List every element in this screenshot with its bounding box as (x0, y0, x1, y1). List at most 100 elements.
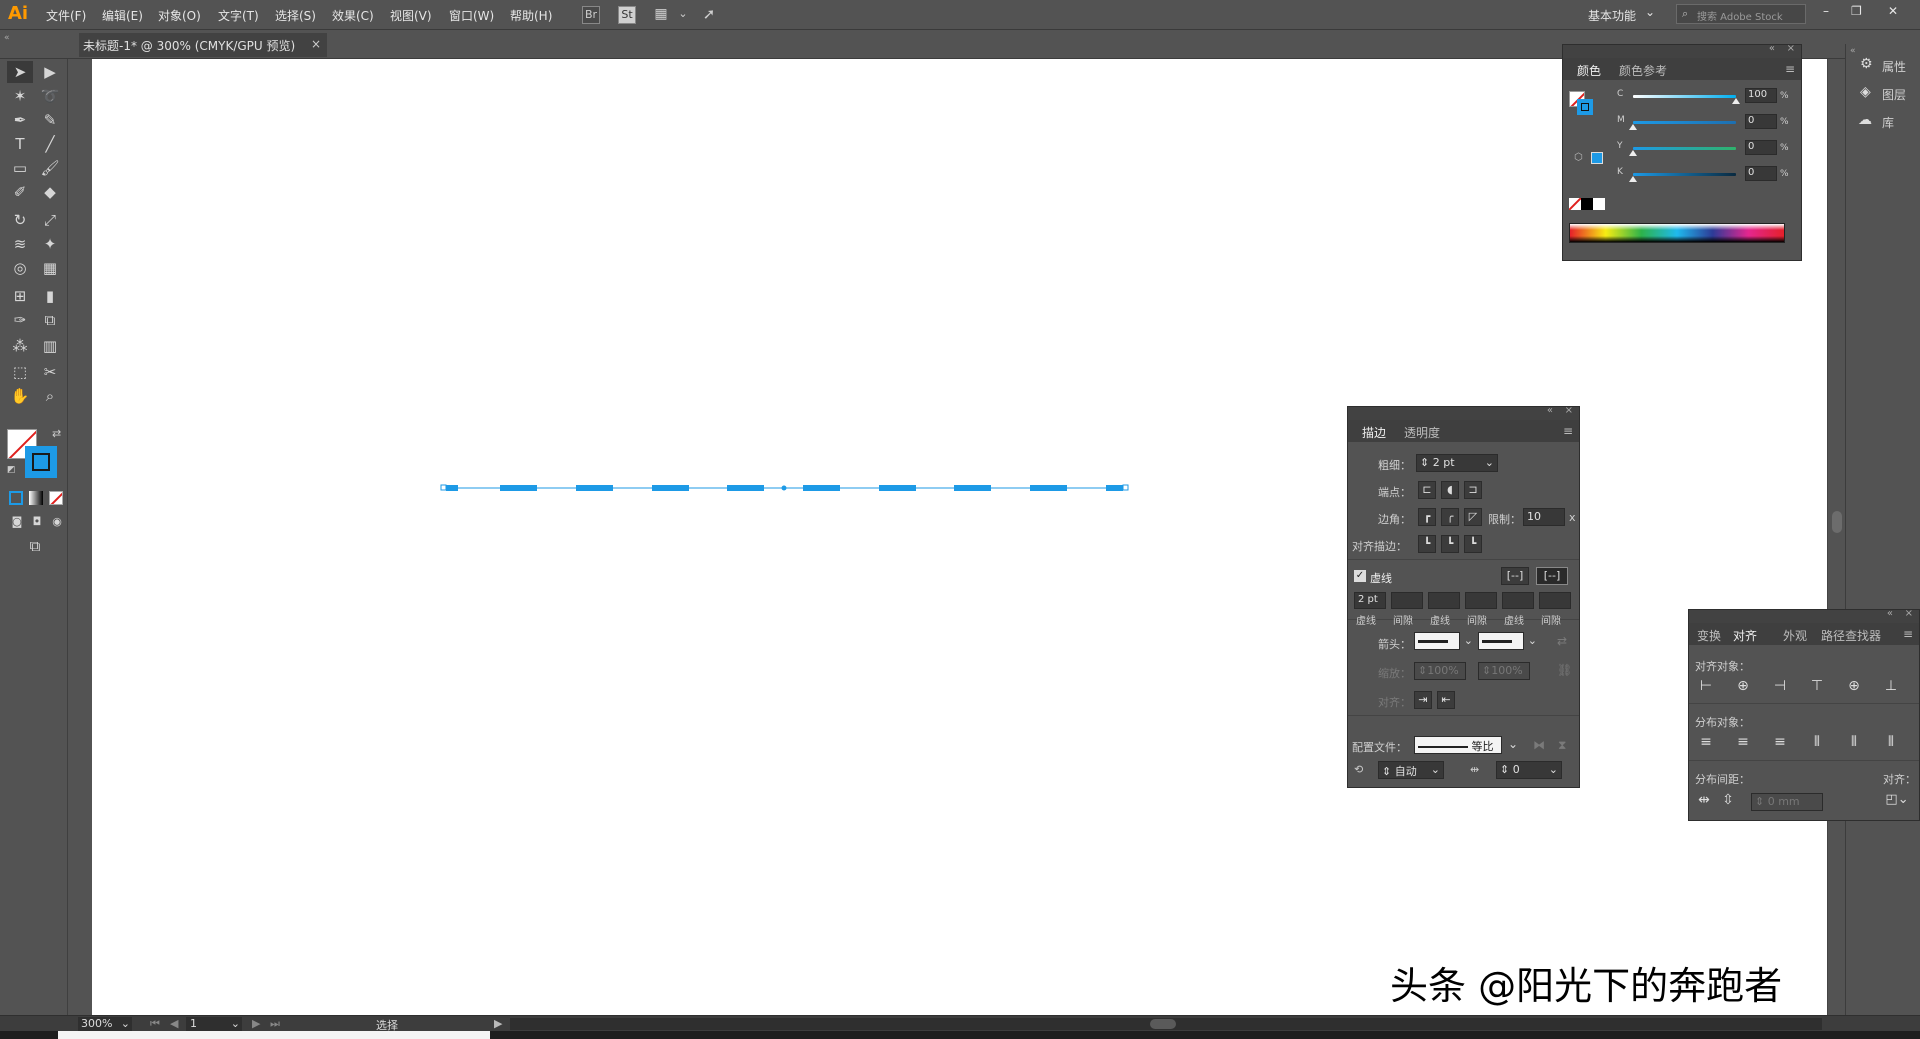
swap-fill-stroke-icon[interactable]: ⇄ (52, 427, 61, 440)
stock-button[interactable]: St (618, 6, 636, 24)
menu-help[interactable]: 帮助(H) (510, 7, 552, 24)
spacing-field[interactable]: ⇕ 0 mm (1751, 793, 1823, 811)
color-mode-icon[interactable] (9, 491, 23, 505)
tab-pathfinder[interactable]: 路径查找器 (1821, 627, 1881, 644)
end-scale-field[interactable]: ⇕100% (1478, 662, 1530, 680)
horizontal-align-center-button[interactable]: ⊕ (1734, 678, 1752, 696)
draw-inside-icon[interactable]: ◉ (44, 511, 70, 533)
black-color-chip[interactable] (1581, 198, 1593, 210)
menu-edit[interactable]: 编辑(E) (102, 7, 143, 24)
menu-select[interactable]: 选择(S) (275, 7, 316, 24)
width-profile-select[interactable]: 等比 (1414, 736, 1502, 754)
horizontal-distribute-center-button[interactable]: ⦀ (1845, 734, 1863, 752)
channel-value-m[interactable]: 0 (1745, 114, 1777, 129)
channel-slider-c[interactable] (1633, 95, 1736, 98)
butt-cap-button[interactable]: ⊏ (1418, 481, 1436, 499)
warp-tool-icon[interactable]: ≋ (7, 233, 33, 255)
close-window-button[interactable]: ✕ (1888, 4, 1898, 18)
menu-effect[interactable]: 效果(C) (332, 7, 374, 24)
flip-along-icon[interactable]: ⧓ (1533, 738, 1545, 752)
white-color-chip[interactable] (1593, 198, 1605, 210)
selection-tool-icon[interactable]: ➤ (7, 61, 33, 83)
arrange-documents-icon[interactable]: ▦ (652, 6, 670, 24)
dock-properties[interactable]: 属性 (1882, 58, 1906, 75)
layers-icon[interactable]: ◈ (1860, 84, 1871, 100)
vertical-distribute-center-button[interactable]: ≡ (1734, 734, 1752, 752)
symbol-sprayer-tool-icon[interactable]: ⁂ (7, 335, 33, 357)
tab-transparency[interactable]: 透明度 (1404, 424, 1440, 441)
mesh-tool-icon[interactable]: ⊞ (7, 285, 33, 307)
gpu-performance-icon[interactable]: ➚ (700, 6, 718, 24)
miter-join-button[interactable]: ┏ (1418, 508, 1436, 526)
swap-arrowheads-icon[interactable]: ⇄ (1557, 634, 1567, 648)
perspective-grid-tool-icon[interactable]: ▦ (37, 257, 63, 279)
gamut-swatch[interactable] (1591, 152, 1603, 164)
channel-value-y[interactable]: 0 (1745, 140, 1777, 155)
shaper-tool-icon[interactable]: ✐ (7, 181, 33, 203)
stock-search-box[interactable]: ⌕ 搜索 Adobe Stock (1676, 4, 1806, 24)
gradient-tool-icon[interactable]: ▮ (37, 285, 63, 307)
dashed-line-checkbox[interactable]: ✓ (1354, 570, 1366, 582)
align-stroke-center-button[interactable]: ┗ (1418, 535, 1436, 553)
stroke-swatch[interactable] (25, 446, 57, 478)
maximize-button[interactable]: ❐ (1851, 4, 1862, 18)
tab-color-guide[interactable]: 颜色参考 (1619, 62, 1667, 79)
eyedropper-tool-icon[interactable]: ✑ (7, 309, 33, 331)
line-tool-icon[interactable]: ╱ (37, 133, 63, 155)
stroke-collapse-icon[interactable]: « (1547, 405, 1553, 416)
horizontal-scrollbar[interactable] (510, 1018, 1822, 1030)
none-mode-icon[interactable] (49, 491, 63, 505)
tab-align[interactable]: 对齐 (1733, 627, 1757, 644)
close-tab-button[interactable]: × (311, 37, 321, 51)
dash-field-3[interactable] (1502, 592, 1534, 609)
round-cap-button[interactable]: ◖ (1441, 481, 1459, 499)
gap-field-2[interactable] (1465, 592, 1497, 609)
color-stroke-swatch[interactable] (1577, 99, 1593, 115)
artboard-tool-icon[interactable]: ⬚ (7, 361, 33, 383)
horizontal-align-left-button[interactable]: ⊢ (1697, 678, 1715, 696)
flip-across-icon[interactable]: ⧗ (1558, 738, 1566, 753)
scale-tool-icon[interactable]: ⤢ (37, 209, 63, 231)
paintbrush-tool-icon[interactable]: 🖌 (37, 157, 63, 179)
tab-appearance[interactable]: 外观 (1783, 627, 1807, 644)
profile-chevron-icon[interactable]: ⌄ (1508, 737, 1518, 751)
align-stroke-outside-button[interactable]: ┗ (1464, 535, 1482, 553)
menu-view[interactable]: 视图(V) (390, 7, 432, 24)
workspace-switcher[interactable]: 基本功能 (1588, 7, 1636, 24)
shape-builder-tool-icon[interactable]: ◎ (7, 257, 33, 279)
none-color-chip[interactable] (1569, 198, 1581, 210)
menu-file[interactable]: 文件(F) (46, 7, 86, 24)
vertical-align-bottom-button[interactable]: ⊥ (1882, 678, 1900, 696)
puppet-warp-tool-icon[interactable]: ✦ (37, 233, 63, 255)
tab-color[interactable]: 颜色 (1577, 62, 1601, 79)
first-artboard-icon[interactable]: ⏮ (150, 1017, 160, 1031)
color-spectrum[interactable] (1569, 223, 1785, 243)
magic-wand-tool-icon[interactable]: ✶ (7, 85, 33, 107)
vertical-distribute-bottom-button[interactable]: ≡ (1771, 734, 1789, 752)
vertical-align-center-button[interactable]: ⊕ (1845, 678, 1863, 696)
zoom-tool-icon[interactable]: ⌕ (37, 385, 63, 407)
slice-tool-icon[interactable]: ✂ (37, 361, 63, 383)
default-colors-icon[interactable]: ◩ (7, 465, 16, 475)
vertical-distribute-space-button[interactable]: ⇹ (1695, 792, 1713, 810)
round-join-button[interactable]: ╭ (1441, 508, 1459, 526)
arrow-tip-extend-button[interactable]: ⇥ (1414, 691, 1432, 709)
spacing-select[interactable]: ⇕ 0 ⌄ (1496, 761, 1562, 779)
zoom-field[interactable]: 300% ⌄ (78, 1017, 132, 1031)
stroke-close-icon[interactable]: × (1565, 405, 1573, 416)
align-dash-corners-button[interactable]: [‐‐] (1536, 567, 1568, 585)
document-tab[interactable]: 未标题-1* @ 300% (CMYK/GPU 预览) × (79, 33, 327, 57)
collapse-panel-icon[interactable]: « (1769, 43, 1775, 54)
eraser-tool-icon[interactable]: ◆ (37, 181, 63, 203)
align-panel-menu-icon[interactable]: ≡ (1903, 627, 1913, 641)
align-stroke-inside-button[interactable]: ┗ (1441, 535, 1459, 553)
vertical-distribute-top-button[interactable]: ≡ (1697, 734, 1715, 752)
rotate-tool-icon[interactable]: ↻ (7, 209, 33, 231)
gradient-mode-icon[interactable] (29, 491, 43, 505)
dash-field-2[interactable] (1428, 592, 1460, 609)
vertical-scroll-thumb[interactable] (1832, 511, 1842, 533)
projecting-cap-button[interactable]: ⊐ (1464, 481, 1482, 499)
menu-object[interactable]: 对象(O) (158, 7, 201, 24)
blend-tool-icon[interactable]: ⧉ (37, 309, 63, 331)
column-graph-tool-icon[interactable]: ▥ (37, 335, 63, 357)
